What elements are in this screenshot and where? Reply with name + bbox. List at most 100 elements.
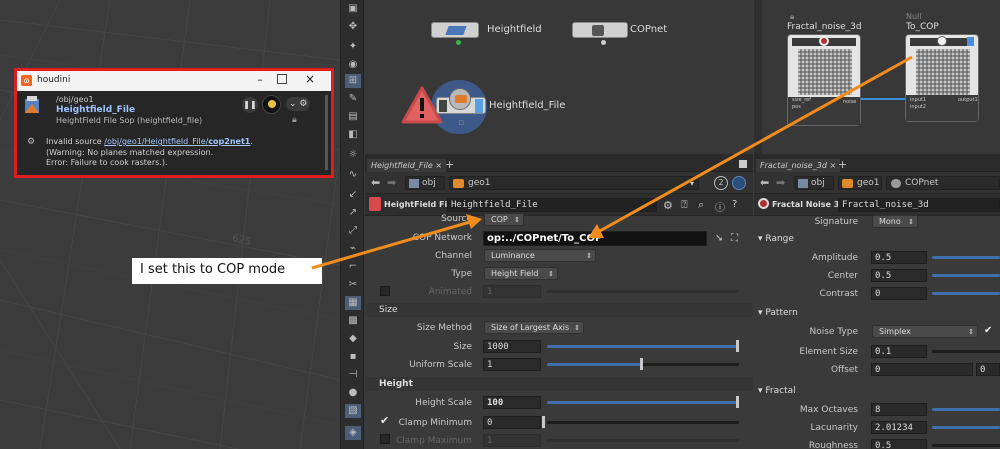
search-icon[interactable]: ⌕	[698, 198, 704, 212]
fractal-noise-node[interactable]: size_ref pos noise	[787, 34, 861, 126]
keyframe-tool-icon[interactable]: ◈	[345, 426, 361, 440]
node-name-field[interactable]: Heightfield_File	[447, 198, 657, 212]
copnet-node[interactable]	[572, 22, 628, 38]
to-cop-node[interactable]: input1 input2 output1	[905, 34, 979, 122]
error-link-bold[interactable]: cop2net1	[208, 137, 250, 146]
clamp-minimum-slider[interactable]	[547, 421, 739, 424]
contrast-slider[interactable]	[932, 292, 1000, 295]
node-info-icon[interactable]	[262, 95, 281, 114]
max-octaves-slider[interactable]	[932, 408, 1000, 411]
display-tool-icon[interactable]: ▧	[345, 404, 361, 418]
lacunarity-slider[interactable]	[932, 426, 1000, 429]
fractal-section-header[interactable]: ▾ Fractal	[754, 384, 1000, 398]
mesh-tool-icon[interactable]: ▩	[345, 314, 361, 328]
amplitude-field[interactable]: 0.5	[871, 251, 927, 264]
select-tool-icon[interactable]: ▣	[345, 2, 361, 16]
forward-arrow-icon[interactable]: ➡	[387, 176, 396, 189]
range-section-header[interactable]: ▾ Range	[754, 232, 1000, 246]
height-scale-field[interactable]: 100	[483, 396, 541, 409]
max-octaves-field[interactable]: 8	[871, 403, 927, 416]
curve-tool-icon[interactable]: ∿	[345, 168, 361, 182]
popup-scrollbar[interactable]	[325, 95, 328, 170]
scene-viewport[interactable]: 625 ɷ houdini – × /obj/geo1 Heightfield_…	[0, 0, 340, 449]
brush-tool-icon[interactable]: ✎	[345, 92, 361, 106]
element-size-field[interactable]: 0.1	[871, 345, 927, 358]
pose-tool-icon[interactable]: ✦	[345, 40, 361, 54]
scale-tool-icon[interactable]: ⤢	[345, 224, 361, 238]
transform-tool-icon[interactable]: ↙	[345, 188, 361, 202]
element-size-slider[interactable]	[932, 350, 1000, 353]
link-pane-icon[interactable]	[732, 176, 746, 190]
roughness-slider[interactable]	[932, 444, 1000, 447]
pin-count-icon[interactable]: 2	[714, 176, 728, 190]
error-link[interactable]: /obj/geo1/Heightfield_File/	[104, 137, 208, 146]
path-geo1[interactable]: geo1 ▾	[449, 176, 699, 190]
amplitude-slider[interactable]	[932, 256, 1000, 259]
offset-field-y[interactable]: 0	[976, 363, 1000, 376]
center-field[interactable]: 0.5	[871, 269, 927, 282]
help-icon[interactable]: ?	[732, 199, 737, 210]
pane-menu-icon[interactable]	[739, 160, 747, 168]
tab-close-icon[interactable]: ×	[829, 161, 836, 170]
grid-tool-icon[interactable]: ▦	[345, 296, 361, 310]
pause-icon[interactable]: ❚❚	[242, 97, 258, 113]
light-tool-icon[interactable]: ☼	[345, 148, 361, 162]
settings-gear-icon[interactable]: ⚙	[663, 199, 673, 212]
param-tab-fractal-noise[interactable]: Fractal_noise_3d ×	[756, 159, 841, 172]
rotate-tool-icon[interactable]: ↗	[345, 206, 361, 220]
clamp-maximum-slider[interactable]	[547, 439, 739, 442]
back-arrow-icon[interactable]: ⬅	[760, 176, 769, 189]
clamp-maximum-field[interactable]: 1	[483, 434, 541, 447]
size-method-menu[interactable]: Size of Largest Axis ⇕	[484, 321, 584, 334]
source-menu[interactable]: COP ⇕	[484, 213, 524, 226]
size-slider-knob[interactable]	[736, 340, 739, 352]
view-tool-icon[interactable]: ◉	[345, 58, 361, 72]
back-arrow-icon[interactable]: ⬅	[371, 176, 380, 189]
heightfield-node[interactable]	[431, 22, 479, 38]
info-icon[interactable]: ⓘ	[715, 199, 725, 214]
param-tab-heightfield-file[interactable]: Heightfield_File ×	[367, 159, 447, 172]
height-scale-slider-knob[interactable]	[736, 396, 739, 408]
channel-menu[interactable]: Luminance ⇕	[484, 249, 596, 262]
path-obj[interactable]: obj	[794, 176, 834, 190]
record-tool-icon[interactable]: ●	[345, 386, 361, 400]
animated-field[interactable]: 1	[483, 285, 541, 298]
tab-close-icon[interactable]: ×	[435, 161, 442, 170]
center-slider[interactable]	[932, 274, 1000, 277]
popup-node-name[interactable]: Heightfield_File	[56, 105, 135, 115]
clamp-minimum-field[interactable]: 0	[483, 416, 541, 429]
size-section-header[interactable]: Size	[365, 303, 753, 317]
paint-tool-icon[interactable]: ◆	[345, 332, 361, 346]
signature-menu[interactable]: Mono ⇕	[872, 215, 918, 228]
measure-tool-icon[interactable]: ⌁	[345, 242, 361, 256]
cop-network-field[interactable]: op:../COPnet/To_COP	[483, 231, 707, 246]
noise-type-menu[interactable]: Simplex ⇕	[872, 325, 978, 338]
path-copnet[interactable]: COPnet	[886, 176, 1000, 190]
uniform-scale-slider[interactable]	[547, 363, 739, 366]
close-icon[interactable]: ×	[303, 72, 317, 86]
offset-field-x[interactable]: 0	[871, 363, 973, 376]
clamp-minimum-slider-knob[interactable]	[542, 416, 545, 428]
path-geo1[interactable]: geo1	[838, 176, 882, 190]
uniform-scale-slider-knob[interactable]	[640, 358, 643, 370]
add-tab-button[interactable]: +	[838, 158, 847, 171]
render-tool-icon[interactable]: ▤	[345, 110, 361, 124]
jump-to-node-icon[interactable]: ➘	[715, 233, 723, 244]
maximize-icon[interactable]	[277, 74, 287, 84]
contrast-field[interactable]: 0	[871, 287, 927, 300]
connect-tool-icon[interactable]: ⌐	[345, 260, 361, 274]
edit-tool-icon[interactable]: ⊣	[345, 368, 361, 382]
type-menu[interactable]: Height Field ⇕	[484, 267, 558, 280]
help-hint-icon[interactable]: ⍰	[681, 198, 688, 212]
node-chooser-icon[interactable]: ⛶	[731, 233, 738, 244]
forward-arrow-icon[interactable]: ➡	[776, 176, 785, 189]
lacunarity-field[interactable]: 2.01234	[871, 421, 927, 434]
camera-tool-icon[interactable]: ◧	[345, 128, 361, 142]
animated-slider[interactable]	[547, 290, 739, 293]
pattern-section-header[interactable]: ▾ Pattern	[754, 306, 1000, 320]
height-scale-slider[interactable]	[547, 401, 739, 404]
size-slider[interactable]	[547, 345, 739, 348]
path-dropdown-icon[interactable]: ▾	[690, 177, 694, 190]
node-name-field[interactable]: Fractal_noise_3d	[838, 198, 1000, 212]
gear-icon[interactable]: ⌄ ⚙	[286, 97, 310, 111]
